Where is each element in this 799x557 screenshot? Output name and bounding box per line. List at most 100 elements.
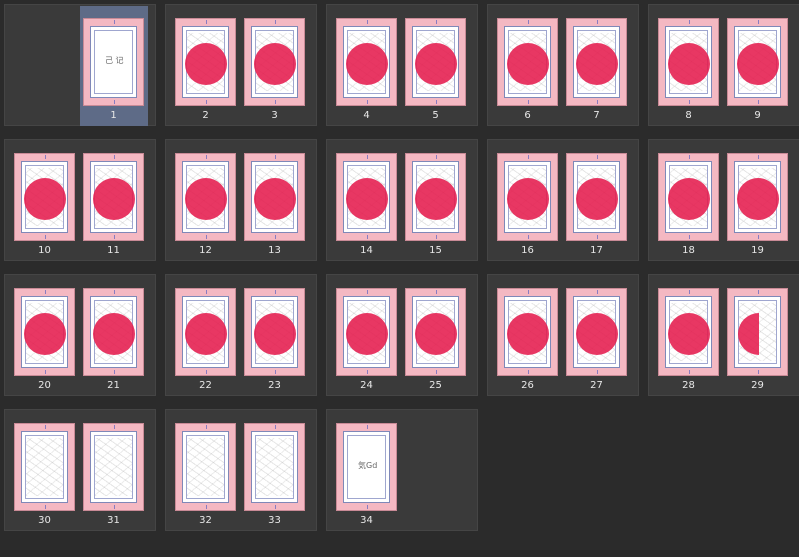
page-thumbnail-32[interactable] xyxy=(175,423,236,511)
crop-mark xyxy=(596,290,598,294)
crop-mark xyxy=(366,20,368,24)
page-spread: 30 31 xyxy=(4,409,156,531)
red-circle-marker xyxy=(345,43,388,85)
page-thumbnail-28[interactable] xyxy=(658,288,719,376)
page-thumbnail-30[interactable] xyxy=(14,423,75,511)
page-thumbnail-16[interactable] xyxy=(497,153,558,241)
page-thumbnail-grid: 己 记 1 2 3 4 5 6 7 8 9 10 11 12 13 14 15 16 17 18 19 20 21 22 23… xyxy=(0,0,799,557)
red-circle-marker xyxy=(184,313,227,355)
crop-mark xyxy=(205,100,207,104)
page-thumbnail-13[interactable] xyxy=(244,153,305,241)
page-number: 4 xyxy=(363,110,370,121)
page-thumbnail-2[interactable] xyxy=(175,18,236,106)
page-thumbnail-17[interactable] xyxy=(566,153,627,241)
crop-mark xyxy=(596,20,598,24)
red-circle-marker xyxy=(253,178,296,220)
page-thumbnail-18[interactable] xyxy=(658,153,719,241)
page-thumbnail-5[interactable] xyxy=(405,18,466,106)
crop-mark xyxy=(527,290,529,294)
crop-mark xyxy=(366,235,368,239)
crop-mark xyxy=(274,100,276,104)
crop-mark xyxy=(688,370,690,374)
red-circle-marker xyxy=(345,313,388,355)
crop-mark xyxy=(688,235,690,239)
crop-mark xyxy=(205,290,207,294)
page-thumbnail-7[interactable] xyxy=(566,18,627,106)
page-thumbnail-4[interactable] xyxy=(336,18,397,106)
page-thumbnail-19[interactable] xyxy=(727,153,788,241)
red-circle-marker xyxy=(575,313,618,355)
page-paper xyxy=(90,431,137,503)
page-spread: 己 记 1 xyxy=(4,4,156,126)
page-number: 25 xyxy=(429,380,442,391)
page-paper: 気Gd xyxy=(343,431,390,503)
sketch-text: 気Gd xyxy=(358,461,378,470)
page-thumbnail-33[interactable] xyxy=(244,423,305,511)
page-number: 28 xyxy=(682,380,695,391)
page-thumbnail-34[interactable]: 気Gd xyxy=(336,423,397,511)
page-thumbnail-1[interactable]: 己 记 xyxy=(83,18,144,106)
page-thumbnail-29[interactable] xyxy=(727,288,788,376)
page-thumbnail-23[interactable] xyxy=(244,288,305,376)
red-circle-marker xyxy=(92,178,135,220)
page-thumbnail-25[interactable] xyxy=(405,288,466,376)
page-thumbnail-24[interactable] xyxy=(336,288,397,376)
page-thumbnail-21[interactable] xyxy=(83,288,144,376)
page-thumbnail-15[interactable] xyxy=(405,153,466,241)
crop-mark xyxy=(113,425,115,429)
red-circle-marker xyxy=(575,43,618,85)
page-thumbnail-9[interactable] xyxy=(727,18,788,106)
red-circle-marker xyxy=(506,313,549,355)
page-number: 10 xyxy=(38,245,51,256)
crop-mark xyxy=(435,290,437,294)
page-number: 30 xyxy=(38,515,51,526)
crop-mark xyxy=(757,20,759,24)
red-circle-marker xyxy=(253,313,296,355)
crop-mark xyxy=(274,425,276,429)
page-thumbnail-26[interactable] xyxy=(497,288,558,376)
page-spread: 23 xyxy=(165,4,317,126)
page-number: 14 xyxy=(360,245,373,256)
page-spread: 45 xyxy=(326,4,478,126)
crop-mark xyxy=(688,100,690,104)
page-number: 7 xyxy=(593,110,600,121)
crop-mark xyxy=(527,155,529,159)
crop-mark xyxy=(435,370,437,374)
page-number: 22 xyxy=(199,380,212,391)
page-thumbnail-6[interactable] xyxy=(497,18,558,106)
page-thumbnail-22[interactable] xyxy=(175,288,236,376)
page-number: 27 xyxy=(590,380,603,391)
page-paper: 己 记 xyxy=(90,26,137,98)
sketch-lines xyxy=(187,438,224,496)
crop-mark xyxy=(274,370,276,374)
page-thumbnail-11[interactable] xyxy=(83,153,144,241)
page-number: 33 xyxy=(268,515,281,526)
page-spread: 12 13 xyxy=(165,139,317,261)
red-circle-marker xyxy=(414,313,457,355)
page-thumbnail-10[interactable] xyxy=(14,153,75,241)
page-spread: 22 23 xyxy=(165,274,317,396)
page-thumbnail-31[interactable] xyxy=(83,423,144,511)
page-number: 3 xyxy=(271,110,278,121)
crop-mark xyxy=(527,370,529,374)
crop-mark xyxy=(435,20,437,24)
crop-mark xyxy=(44,290,46,294)
red-circle-marker xyxy=(184,178,227,220)
crop-mark xyxy=(596,155,598,159)
crop-mark xyxy=(274,235,276,239)
page-thumbnail-8[interactable] xyxy=(658,18,719,106)
page-number: 6 xyxy=(524,110,531,121)
red-circle-marker xyxy=(736,43,779,85)
crop-mark xyxy=(366,425,368,429)
page-thumbnail-12[interactable] xyxy=(175,153,236,241)
page-thumbnail-14[interactable] xyxy=(336,153,397,241)
sketch-lines xyxy=(256,438,293,496)
page-thumbnail-3[interactable] xyxy=(244,18,305,106)
page-spread: 26 27 xyxy=(487,274,639,396)
page-thumbnail-20[interactable] xyxy=(14,288,75,376)
crop-mark xyxy=(205,155,207,159)
page-thumbnail-27[interactable] xyxy=(566,288,627,376)
red-circle-marker xyxy=(92,313,135,355)
crop-mark xyxy=(274,155,276,159)
page-number: 31 xyxy=(107,515,120,526)
